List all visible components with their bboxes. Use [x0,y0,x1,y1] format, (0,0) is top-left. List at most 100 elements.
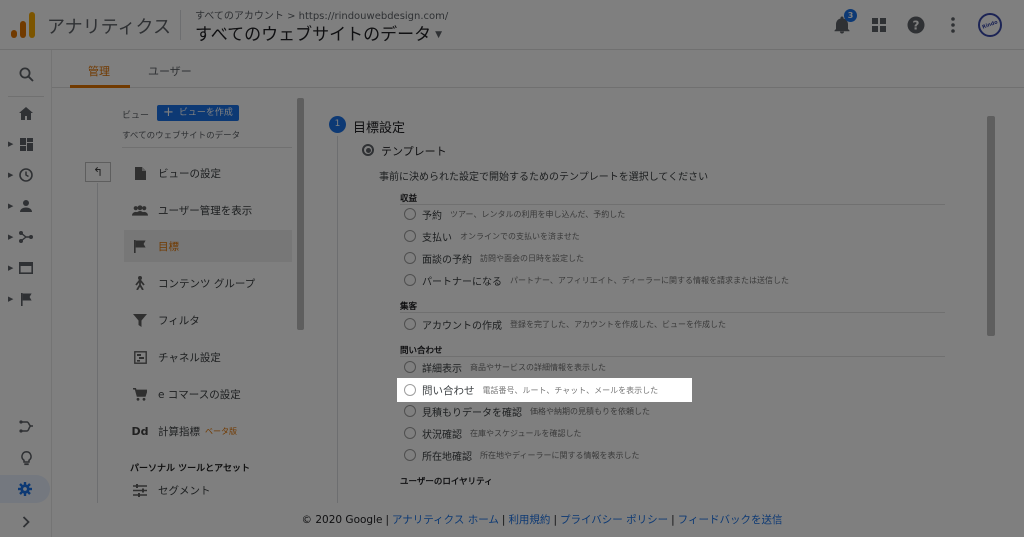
rail-audience[interactable]: ▶ [0,192,52,220]
radio-button[interactable] [404,252,416,264]
option-reservation[interactable]: 予約 ツアー、レンタルの利用を申し込んだ、予約した [404,205,625,223]
column-divider [122,147,292,148]
option-create-account[interactable]: アカウントの作成 登録を完了した、アカウントを作成した、ビューを作成した [404,315,726,333]
beta-badge: ベータ版 [205,426,237,436]
tab-user[interactable]: ユーザー [148,63,192,79]
back-arrow-icon: ↰ [92,165,104,179]
panel-scrollbar[interactable] [987,116,995,336]
top-icons: 3 ? Rindo [817,9,1002,37]
users-icon [132,202,148,218]
file-icon [132,165,148,181]
option-partner[interactable]: パートナーになる パートナー、アフィリエイト、ディーラーに関する情報を請求または送… [404,271,789,289]
channel-icon [132,349,148,365]
rail-customization[interactable]: ▶ [0,130,52,158]
option-contact-highlighted[interactable]: 問い合わせ 電話番号、ルート、チャット、メールを表示した [397,378,692,402]
help-icon: ? [907,16,925,34]
nav-filters[interactable]: フィルタ [124,304,292,336]
expand-arrow-icon: ▶ [8,140,14,148]
nav-ecommerce-settings[interactable]: e コマースの設定 [124,378,292,410]
nav-user-management[interactable]: ユーザー管理を表示 [124,194,292,226]
filter-icon [132,312,148,328]
more-menu-button[interactable] [941,13,965,37]
account-button[interactable]: Rindo [978,13,1002,37]
notifications-button[interactable]: 3 [830,9,857,37]
sliders-icon [132,482,148,498]
more-vert-icon [951,17,955,33]
nav-view-settings[interactable]: ビューの設定 [124,157,292,189]
radio-button[interactable] [404,449,416,461]
expand-arrow-icon: ▶ [8,233,14,241]
rail-discover[interactable] [0,444,52,472]
option-quote[interactable]: 見積もりデータを確認 価格や納期の見積もりを依頼した [404,402,650,420]
help-button[interactable]: ? [904,13,928,37]
dashboard-icon [19,137,33,151]
rail-acquisition[interactable]: ▶ [0,223,52,251]
nav-content-grouping[interactable]: コンテンツ グループ [124,267,292,299]
expand-arrow-icon: ▶ [8,171,14,179]
radio-button[interactable] [404,361,416,373]
left-nav-rail: ▶ ▶ ▶ ▶ ▶ ▶ [0,50,52,537]
rail-realtime[interactable]: ▶ [0,161,52,189]
rail-home[interactable] [0,99,52,127]
template-label: テンプレート [381,145,447,158]
radio-button[interactable] [404,318,416,330]
search-icon [19,67,34,82]
template-description: 事前に決められた設定で開始するためのテンプレートを選択してください [379,172,709,183]
radio-button[interactable] [404,274,416,286]
expand-arrow-icon: ▶ [8,295,14,303]
footer-link-terms[interactable]: 利用規約 [508,514,550,526]
radio-button[interactable] [404,230,416,242]
dd-icon: Dd [131,424,149,438]
caret-down-icon: ▼ [435,30,443,40]
person-icon [20,200,32,212]
create-view-button[interactable]: + ビューを作成 [157,105,239,121]
view-selector[interactable]: すべてのウェブサイトのデータ ▼ [195,20,442,45]
view-name: すべてのウェブサイトのデータ [195,25,432,45]
option-location-check[interactable]: 所在地確認 所在地やディーラーに関する情報を表示した [404,446,639,464]
behavior-window-icon [19,262,33,274]
option-payment[interactable]: 支払い オンラインでの支払いを済ませた [404,227,580,245]
tab-admin[interactable]: 管理 [88,63,110,79]
radio-button[interactable] [404,405,416,417]
step-number: 1 [329,116,346,133]
column-scrollbar[interactable] [297,98,304,330]
rail-search[interactable] [0,60,52,88]
option-appointment[interactable]: 面談の予約 訪問や面会の日時を設定した [404,249,584,267]
goal-setup-panel: 1 目標設定 テンプレート 事前に決められた設定で開始するためのテンプレートを選… [307,88,997,503]
group-title-loyalty: ユーザーのロイヤリティ [400,477,493,487]
radio-button[interactable] [404,384,416,396]
option-view-details[interactable]: 詳細表示 商品やサービスの詳細情報を表示した [404,358,606,376]
nav-segments[interactable]: セグメント [124,474,292,506]
radio-button[interactable] [404,208,416,220]
rail-admin[interactable] [0,475,50,503]
option-status-check[interactable]: 状況確認 在庫やスケジュールを確認した [404,424,581,442]
admin-tabs: 管理 ユーザー [52,50,1024,88]
template-radio[interactable] [362,144,374,156]
avatar: Rindo [978,13,1002,37]
nav-calculated-metrics[interactable]: Dd 計算指標 ベータ版 [124,415,292,447]
view-admin-column: ビュー + ビューを作成 すべてのウェブサイトのデータ ↰ ビューの設定 ユーザー… [52,88,307,503]
rail-attribution[interactable] [0,412,52,440]
lightbulb-icon [20,450,32,465]
home-icon [19,106,33,120]
step-line [337,136,338,503]
top-bar: アナリティクス すべてのアカウント > https://rindouwebdes… [0,0,1024,50]
nav-goals[interactable]: 目標 [124,230,292,262]
rail-conversions[interactable]: ▶ [0,285,52,313]
radio-button[interactable] [404,427,416,439]
apps-grid-icon [872,18,886,32]
step-title: 目標設定 [353,121,406,136]
expand-arrow-icon: ▶ [8,264,14,272]
footer-link-feedback[interactable]: フィードバックを送信 [678,514,783,526]
footer-link-analytics-home[interactable]: アナリティクス ホーム [392,514,499,526]
analytics-logo-icon[interactable] [11,12,35,38]
notification-badge: 3 [844,9,857,22]
header-divider [180,10,181,40]
apps-button[interactable] [867,13,891,37]
footer-link-privacy[interactable]: プライバシー ポリシー [560,514,668,526]
flag-icon [20,292,32,306]
nav-channel-settings[interactable]: チャネル設定 [124,341,292,373]
back-button[interactable]: ↰ [85,162,111,182]
rail-behavior[interactable]: ▶ [0,254,52,282]
column-header: ビュー [122,111,150,121]
